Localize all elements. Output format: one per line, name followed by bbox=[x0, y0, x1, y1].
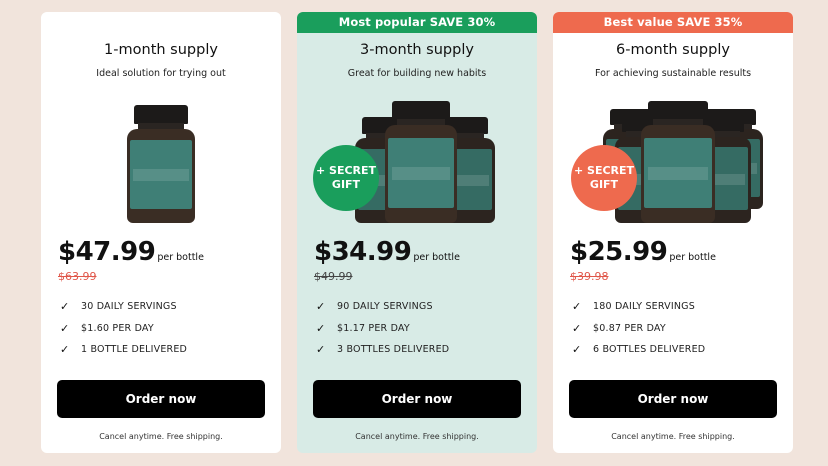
feature-label: $1.17 PER DAY bbox=[337, 322, 410, 334]
original-price: $39.98 bbox=[570, 270, 609, 283]
price-row: $25.99 per bottle bbox=[553, 237, 793, 267]
fine-print: Cancel anytime. Free shipping. bbox=[99, 431, 223, 441]
gift-line: GIFT bbox=[589, 178, 619, 191]
feature-item: ✓ $1.17 PER DAY bbox=[316, 318, 537, 340]
feature-label: $0.87 PER DAY bbox=[593, 322, 666, 334]
check-icon: ✓ bbox=[60, 300, 70, 314]
feature-label: 1 BOTTLE DELIVERED bbox=[81, 344, 188, 356]
feature-list: ✓ 180 DAILY SERVINGS ✓ $0.87 PER DAY ✓ 6 BO… bbox=[553, 296, 793, 361]
feature-item: ✓ 6 BOTTLES DELIVERED bbox=[572, 339, 793, 361]
check-icon: ✓ bbox=[572, 321, 582, 335]
feature-item: ✓ 3 BOTTLES DELIVERED bbox=[316, 339, 537, 361]
secret-gift-badge: + SECRET GIFT bbox=[313, 145, 379, 211]
product-image bbox=[41, 89, 281, 229]
feature-item: ✓ $1.60 PER DAY bbox=[60, 318, 281, 340]
plan-card-6-month: Best value SAVE 35% 6-month supply For a… bbox=[553, 12, 793, 453]
plan-card-3-month: Most popular SAVE 30% 3-month supply Gre… bbox=[297, 12, 537, 453]
order-now-button[interactable]: Order now bbox=[313, 379, 521, 418]
original-price: $63.99 bbox=[58, 270, 97, 283]
feature-label: 90 DAILY SERVINGS bbox=[337, 301, 433, 313]
feature-item: ✓ 1 BOTTLE DELIVERED bbox=[60, 339, 281, 361]
feature-item: ✓ $0.87 PER DAY bbox=[572, 318, 793, 340]
check-icon: ✓ bbox=[60, 343, 70, 357]
fine-print: Cancel anytime. Free shipping. bbox=[611, 431, 735, 441]
plan-subtitle: For achieving sustainable results bbox=[594, 68, 752, 79]
feature-item: ✓ 180 DAILY SERVINGS bbox=[572, 296, 793, 318]
check-icon: ✓ bbox=[316, 321, 326, 335]
product-image: + SECRET GIFT bbox=[553, 89, 793, 229]
price-unit: per bottle bbox=[157, 252, 204, 263]
feature-label: $1.60 PER DAY bbox=[81, 322, 154, 334]
plan-title: 1-month supply bbox=[104, 42, 218, 58]
price: $34.99 bbox=[314, 237, 412, 267]
price: $47.99 bbox=[58, 237, 156, 267]
price-row: $47.99 per bottle bbox=[41, 237, 281, 267]
probiotics-bottle-image bbox=[385, 101, 457, 223]
price: $25.99 bbox=[570, 237, 668, 267]
gift-line: + SECRET bbox=[573, 164, 635, 177]
gift-line: + SECRET bbox=[315, 164, 377, 177]
plan-card-1-month: 1-month supply Ideal solution for trying… bbox=[41, 12, 281, 453]
feature-label: 6 BOTTLES DELIVERED bbox=[593, 344, 706, 356]
feature-item: ✓ 90 DAILY SERVINGS bbox=[316, 296, 537, 318]
feature-list: ✓ 90 DAILY SERVINGS ✓ $1.17 PER DAY ✓ 3 BOT… bbox=[297, 296, 537, 361]
most-popular-badge: Most popular SAVE 30% bbox=[297, 12, 537, 33]
order-now-button[interactable]: Order now bbox=[569, 379, 777, 418]
probiotics-bottle-image bbox=[127, 105, 195, 223]
probiotics-bottle-image bbox=[641, 101, 715, 223]
check-icon: ✓ bbox=[572, 343, 582, 357]
fine-print: Cancel anytime. Free shipping. bbox=[355, 431, 479, 441]
feature-list: ✓ 30 DAILY SERVINGS ✓ $1.60 PER DAY ✓ 1 BOT… bbox=[41, 296, 281, 361]
order-now-button[interactable]: Order now bbox=[57, 379, 265, 418]
check-icon: ✓ bbox=[572, 300, 582, 314]
plan-subtitle: Great for building new habits bbox=[347, 68, 487, 79]
feature-label: 180 DAILY SERVINGS bbox=[593, 301, 695, 313]
original-price: $49.99 bbox=[314, 270, 353, 283]
gift-line: GIFT bbox=[331, 178, 361, 191]
price-unit: per bottle bbox=[413, 252, 460, 263]
plan-title: 3-month supply bbox=[360, 42, 474, 58]
best-value-badge: Best value SAVE 35% bbox=[553, 12, 793, 33]
feature-label: 30 DAILY SERVINGS bbox=[81, 301, 177, 313]
feature-item: ✓ 30 DAILY SERVINGS bbox=[60, 296, 281, 318]
price-unit: per bottle bbox=[669, 252, 716, 263]
check-icon: ✓ bbox=[60, 321, 70, 335]
check-icon: ✓ bbox=[316, 300, 326, 314]
plan-title: 6-month supply bbox=[616, 42, 730, 58]
feature-label: 3 BOTTLES DELIVERED bbox=[337, 344, 450, 356]
plan-subtitle: Ideal solution for trying out bbox=[96, 68, 226, 79]
secret-gift-badge: + SECRET GIFT bbox=[571, 145, 637, 211]
price-row: $34.99 per bottle bbox=[297, 237, 537, 267]
check-icon: ✓ bbox=[316, 343, 326, 357]
product-image: + SECRET GIFT bbox=[297, 89, 537, 229]
